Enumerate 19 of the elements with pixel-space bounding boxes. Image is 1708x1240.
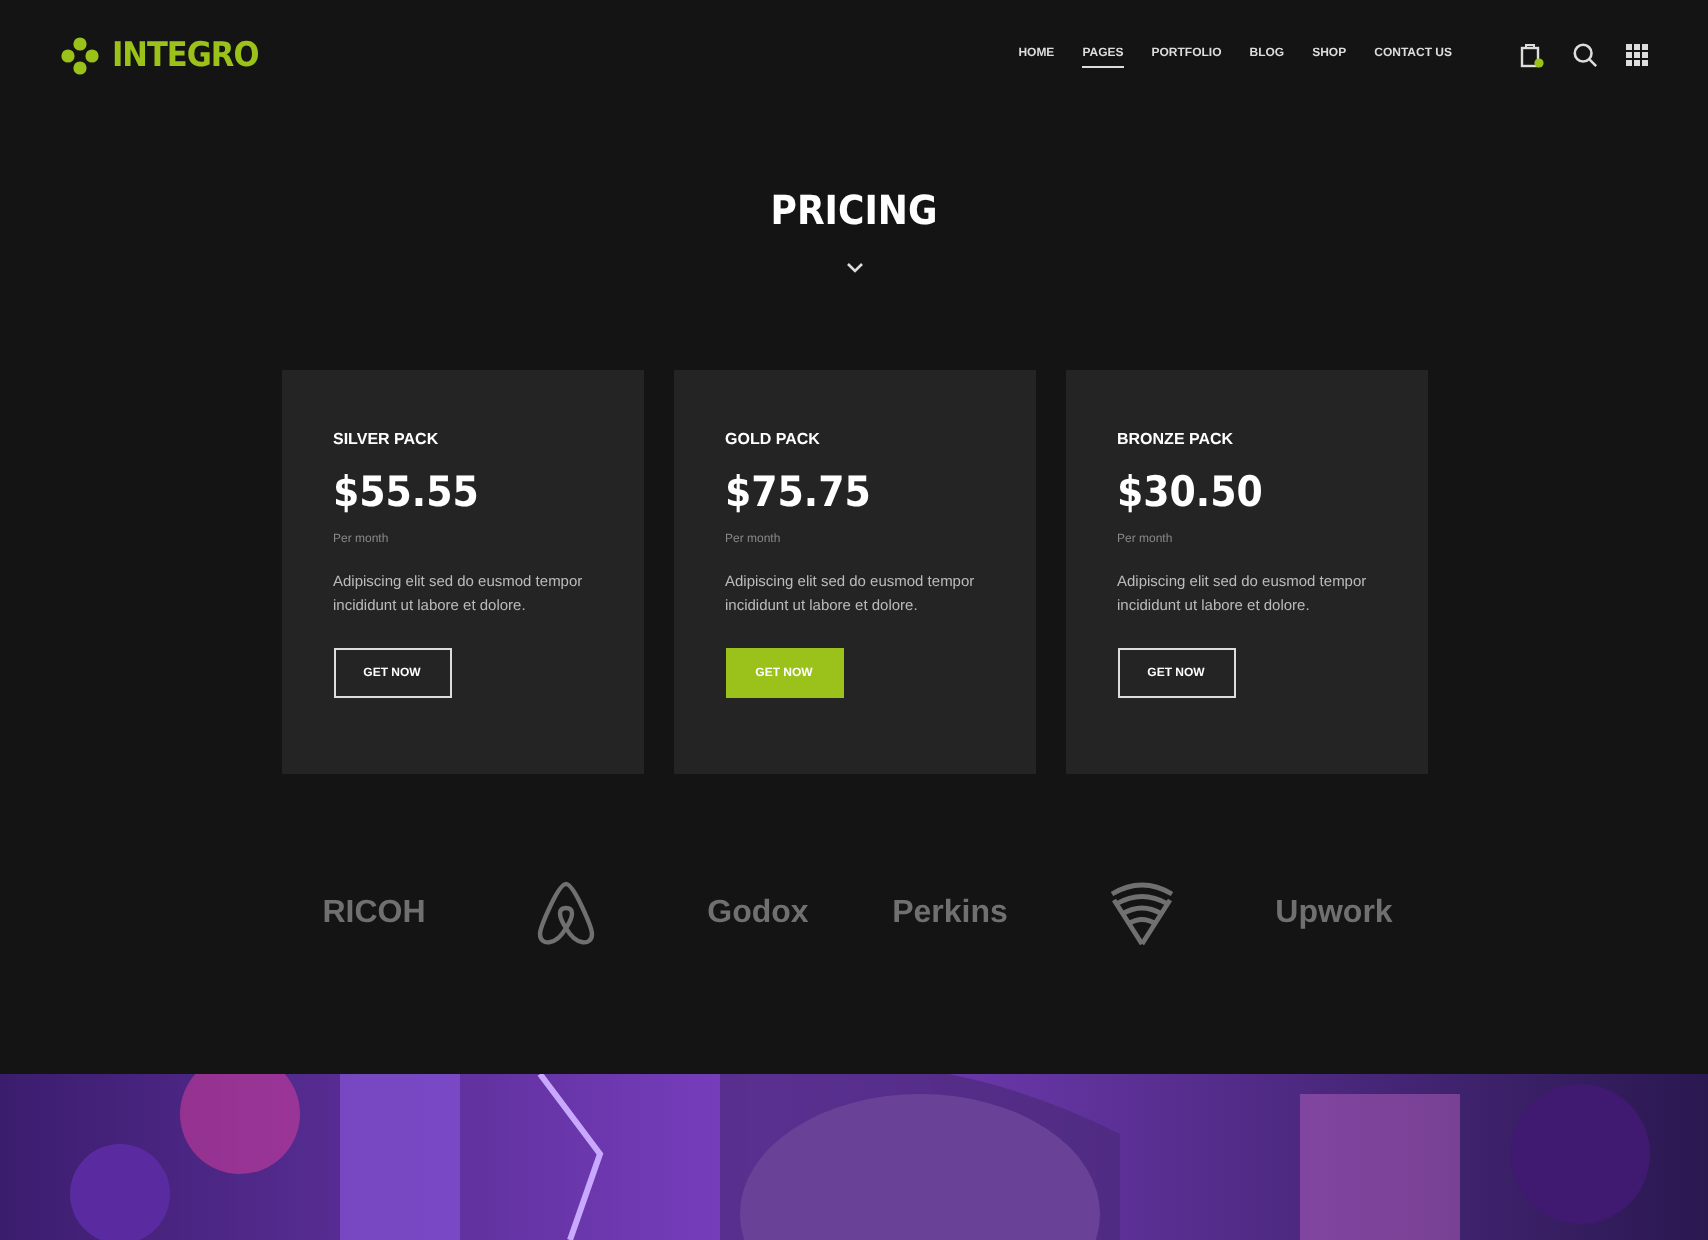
- plan-price: $30.50: [1117, 468, 1265, 516]
- plan-name: GOLD PACK: [725, 430, 822, 448]
- wave-shield-icon: [1108, 881, 1176, 947]
- brand-logo: Perkins: [892, 896, 1008, 932]
- plan-price: $75.75: [725, 468, 873, 516]
- grid-menu-icon[interactable]: [1626, 44, 1648, 66]
- loop-logo-icon: [534, 880, 598, 948]
- chevron-down-icon: [845, 262, 863, 274]
- brand-logo: Upwork: [1275, 896, 1393, 932]
- plan-price: $55.55: [333, 468, 481, 516]
- brand-logo: Godox: [707, 896, 809, 932]
- plan-name: BRONZE PACK: [1117, 430, 1236, 448]
- brand-name: INTEGRO: [112, 35, 259, 75]
- shopping-bag-icon[interactable]: [1520, 42, 1544, 68]
- brand-logo: RICOH: [322, 896, 426, 932]
- logo-icon: [60, 35, 100, 75]
- search-icon[interactable]: [1572, 42, 1598, 68]
- page-title: PRICING: [770, 186, 938, 234]
- plan-name: SILVER PACK: [333, 430, 441, 448]
